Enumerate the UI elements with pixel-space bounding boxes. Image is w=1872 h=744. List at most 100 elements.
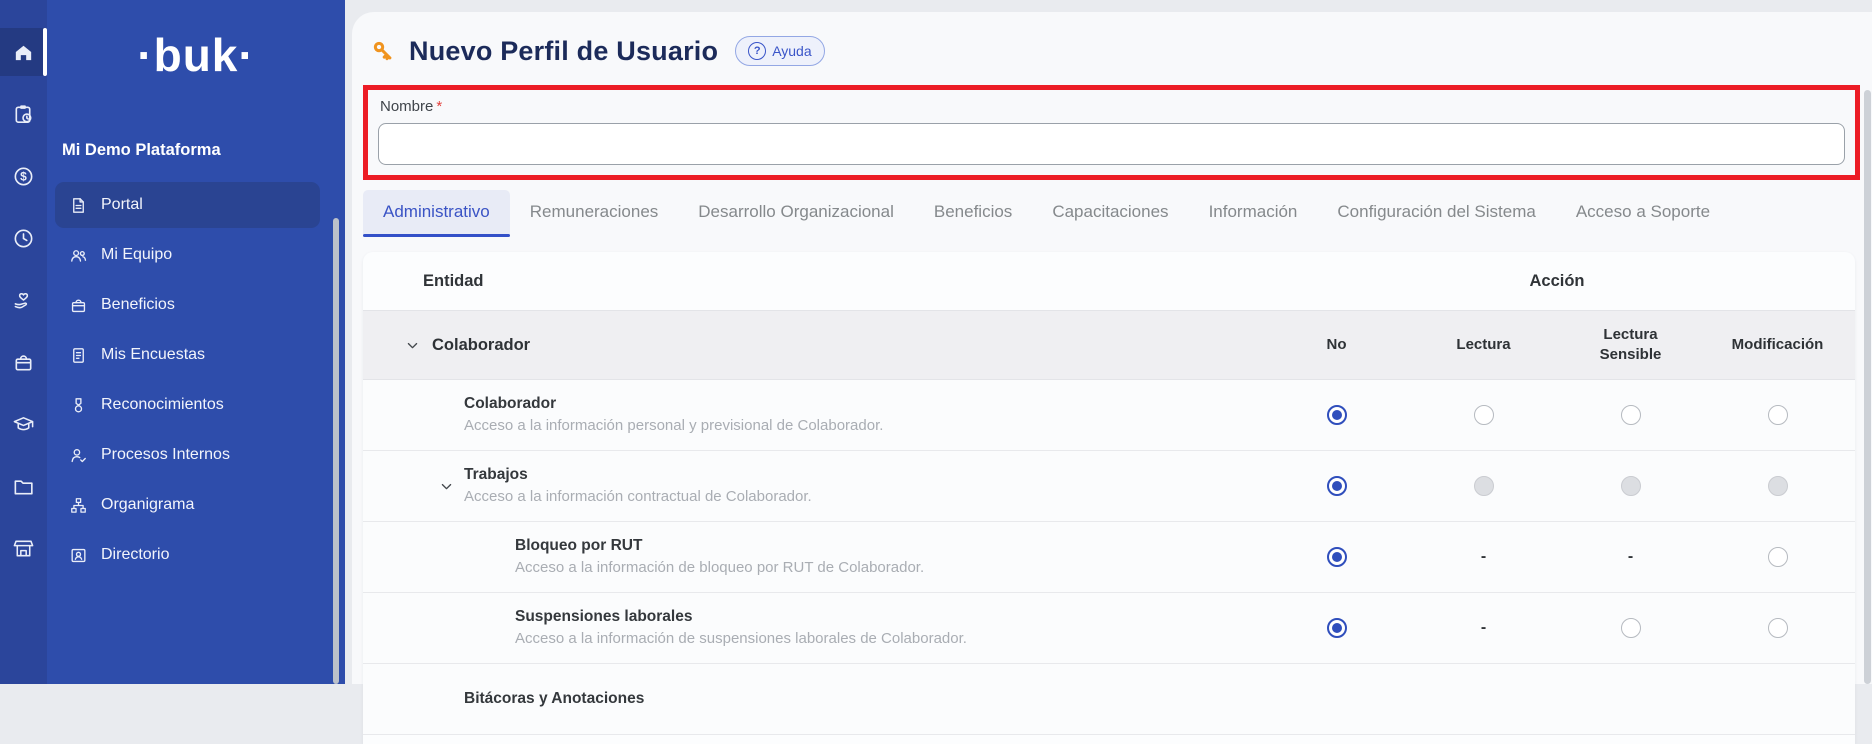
sidebar-item-label: Mi Equipo	[101, 246, 172, 264]
radio-lectura[interactable]	[1474, 405, 1494, 425]
sidebar-item-label: Beneficios	[101, 296, 175, 314]
sidebar-item-label: Reconocimientos	[101, 396, 224, 414]
document-icon	[69, 346, 88, 365]
icon-rail	[0, 0, 47, 684]
table-row: ColaboradorAcceso a la información perso…	[363, 380, 1855, 451]
annotation-red-box: Nombre*	[363, 85, 1860, 180]
sidebar-menu: Portal Mi Equipo Beneficios Mis Encuestas Re…	[47, 182, 345, 582]
radio-no[interactable]	[1327, 405, 1347, 425]
file-text-icon	[69, 196, 88, 215]
table-row: Bitácoras y Anotaciones	[363, 664, 1855, 735]
rail-item-dollar-circle[interactable]	[0, 152, 47, 200]
sidebar-item-mis-encuestas[interactable]: Mis Encuestas	[55, 332, 320, 378]
rail-item-graduation-cap[interactable]	[0, 400, 47, 448]
company-name: Mi Demo Plataforma	[62, 141, 221, 160]
not-applicable-dash: -	[1481, 548, 1486, 566]
rail-item-gift-box[interactable]	[0, 338, 47, 386]
chevron-down-icon[interactable]	[439, 479, 454, 494]
tab-información[interactable]: Información	[1189, 190, 1318, 234]
sidebar-item-directorio[interactable]: Directorio	[55, 532, 320, 578]
clipboard-clock-icon	[12, 103, 35, 126]
gift-box-icon	[69, 296, 88, 315]
entity-column-header: Entidad	[363, 272, 1263, 291]
sidebar-item-label: Mis Encuestas	[101, 346, 205, 364]
hand-heart-icon	[12, 289, 35, 312]
sidebar-item-beneficios[interactable]: Beneficios	[55, 282, 320, 328]
rail-item-clipboard-clock[interactable]	[0, 90, 47, 138]
entity-description: Acceso a la información de bloqueo por R…	[515, 557, 924, 579]
permissions-table: Entidad Acción Colaborador No Lectura Le…	[363, 252, 1855, 744]
sidebar-item-reconocimientos[interactable]: Reconocimientos	[55, 382, 320, 428]
tab-remuneraciones[interactable]: Remuneraciones	[510, 190, 679, 234]
rail-item-home[interactable]	[0, 28, 47, 76]
sidebar-item-label: Portal	[101, 196, 143, 214]
sidebar-item-label: Organigrama	[101, 496, 194, 514]
tab-capacitaciones[interactable]: Capacitaciones	[1032, 190, 1188, 234]
sidebar-item-procesos-internos[interactable]: Procesos Internos	[55, 432, 320, 478]
tab-configuración-del-sistema[interactable]: Configuración del Sistema	[1317, 190, 1555, 234]
entity-title: Bloqueo por RUT	[515, 535, 924, 557]
action-column-header: Acción	[1263, 272, 1851, 291]
entity-title: Bitácoras y Anotaciones	[464, 688, 644, 710]
buk-logo: ·buk·	[47, 30, 345, 81]
home-icon	[12, 41, 35, 64]
radio-modificación[interactable]	[1768, 405, 1788, 425]
rail-item-clock[interactable]	[0, 214, 47, 262]
chevron-down-icon[interactable]	[405, 338, 420, 353]
storefront-icon	[12, 537, 35, 560]
page-scrollbar[interactable]	[1864, 90, 1871, 684]
entity-description: Acceso a la información contractual de C…	[464, 486, 812, 508]
name-input[interactable]	[378, 123, 1845, 165]
entity-description: Acceso a la información de suspensiones …	[515, 628, 967, 650]
radio-modificación[interactable]	[1768, 618, 1788, 638]
table-header-row: Entidad Acción	[363, 252, 1855, 311]
page-header: Nuevo Perfil de Usuario ? Ayuda	[352, 12, 1872, 70]
sidebar-item-organigrama[interactable]: Organigrama	[55, 482, 320, 528]
radio-no[interactable]	[1327, 547, 1347, 567]
medal-icon	[69, 396, 88, 415]
radio-no[interactable]	[1327, 618, 1347, 638]
graduation-cap-icon	[12, 413, 35, 436]
rail-item-folder[interactable]	[0, 462, 47, 510]
help-button[interactable]: ? Ayuda	[735, 36, 824, 66]
entity-title: Suspensiones laborales	[515, 606, 967, 628]
clock-icon	[12, 227, 35, 250]
not-applicable-dash: -	[1628, 548, 1633, 566]
tab-acceso-a-soporte[interactable]: Acceso a Soporte	[1556, 190, 1730, 234]
sidebar: ·buk· Mi Demo Plataforma Portal Mi Equipo…	[47, 0, 345, 684]
group-label: Colaborador	[432, 336, 530, 355]
group-row-colaborador[interactable]: Colaborador No Lectura LecturaSensible M…	[363, 311, 1855, 380]
main-area: Nuevo Perfil de Usuario ? Ayuda Nombre* …	[345, 0, 1872, 684]
required-asterisk: *	[436, 98, 442, 115]
radio-lectura-sensible[interactable]	[1621, 618, 1641, 638]
sidebar-scrollbar[interactable]	[333, 218, 339, 684]
radio-modificación[interactable]	[1768, 547, 1788, 567]
sidebar-item-portal[interactable]: Portal	[55, 182, 320, 228]
dollar-circle-icon	[12, 165, 35, 188]
table-row: Suspensiones laboralesAcceso a la inform…	[363, 593, 1855, 664]
col-header-lectura-sensible: LecturaSensible	[1557, 325, 1704, 365]
sidebar-item-mi-equipo[interactable]: Mi Equipo	[55, 232, 320, 278]
col-header-no: No	[1263, 335, 1410, 355]
rail-item-hand-heart[interactable]	[0, 276, 47, 324]
question-icon: ?	[748, 42, 766, 60]
name-field-label: Nombre*	[380, 98, 1855, 115]
content-card: Nuevo Perfil de Usuario ? Ayuda Nombre* …	[352, 12, 1872, 684]
tab-administrativo[interactable]: Administrativo	[363, 190, 510, 234]
entity-title: Trabajos	[464, 464, 812, 486]
tab-desarrollo-organizacional[interactable]: Desarrollo Organizacional	[678, 190, 914, 234]
page-title: Nuevo Perfil de Usuario	[409, 36, 718, 67]
radio-lectura-sensible[interactable]	[1621, 405, 1641, 425]
sidebar-item-label: Directorio	[101, 546, 169, 564]
radio-modificación	[1768, 476, 1788, 496]
rail-item-storefront[interactable]	[0, 524, 47, 572]
entity-description: Acceso a la información personal y previ…	[464, 415, 883, 437]
app-window: ·buk· Mi Demo Plataforma Portal Mi Equipo…	[0, 0, 1872, 684]
table-row: Bloqueo por RUTAcceso a la información d…	[363, 522, 1855, 593]
key-icon	[370, 38, 396, 64]
gift-box-icon	[12, 351, 35, 374]
entity-title: Colaborador	[464, 393, 883, 415]
tab-beneficios[interactable]: Beneficios	[914, 190, 1032, 234]
radio-no[interactable]	[1327, 476, 1347, 496]
col-header-lectura: Lectura	[1410, 335, 1557, 355]
